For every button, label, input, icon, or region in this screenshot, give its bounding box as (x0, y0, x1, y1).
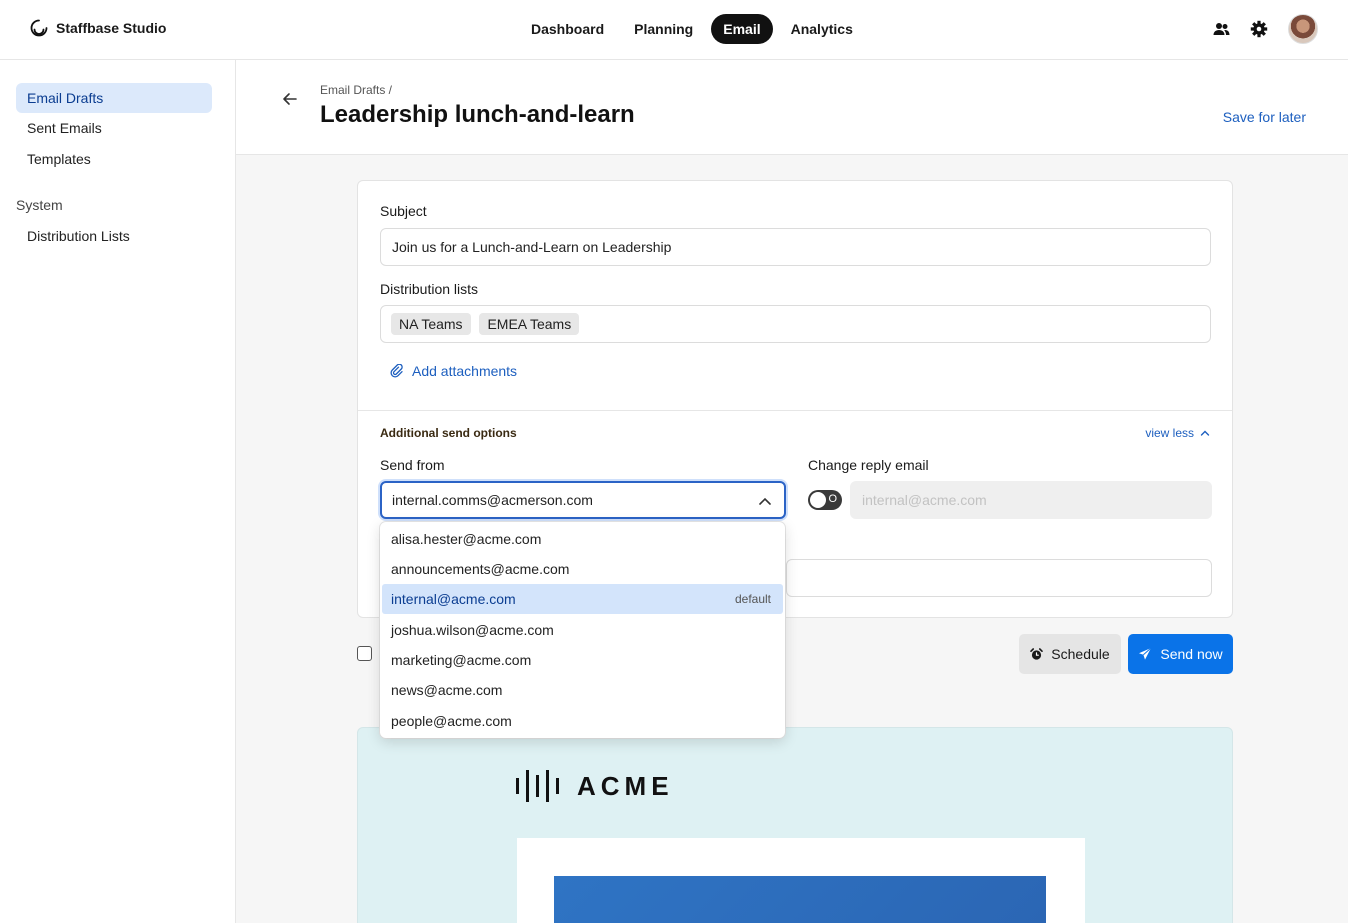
add-attachments-link[interactable]: Add attachments (390, 363, 517, 379)
page-header: Email Drafts / Leadership lunch-and-lear… (236, 60, 1348, 155)
nav-email[interactable]: Email (711, 14, 773, 44)
send-now-button[interactable]: Send now (1128, 634, 1233, 674)
paperclip-icon (390, 364, 403, 378)
sidebar-section-system: System (16, 197, 63, 213)
chevron-up-icon (1200, 430, 1210, 436)
page-title: Leadership lunch-and-learn (320, 101, 635, 128)
nav-analytics[interactable]: Analytics (779, 14, 865, 44)
users-icon[interactable] (1212, 20, 1230, 38)
subject-label: Subject (380, 203, 427, 219)
distribution-chip[interactable]: EMEA Teams (479, 313, 580, 335)
email-body-preview (517, 838, 1085, 923)
sidebar-item-templates[interactable]: Templates (16, 144, 212, 174)
option-checkbox[interactable] (357, 646, 372, 661)
dropdown-option-label: internal@acme.com (391, 591, 516, 607)
dropdown-option[interactable]: announcements@acme.com (382, 554, 783, 584)
dropdown-option[interactable]: news@acme.com (382, 675, 783, 705)
back-arrow-icon[interactable] (280, 89, 300, 109)
gear-icon[interactable] (1250, 20, 1268, 38)
sidebar-item-distribution-lists[interactable]: Distribution Lists (16, 221, 212, 251)
toggle-state-label: O (828, 493, 837, 505)
sidebar: Email Drafts Sent Emails Templates Syste… (0, 60, 236, 923)
dropdown-option-selected[interactable]: internal@acme.com default (382, 584, 783, 614)
change-reply-email-label: Change reply email (808, 457, 929, 473)
sidebar-item-sent-emails[interactable]: Sent Emails (16, 113, 212, 143)
subject-input[interactable]: Join us for a Lunch-and-Learn on Leaders… (380, 228, 1211, 266)
distribution-lists-label: Distribution lists (380, 281, 479, 297)
main-nav: Dashboard Planning Email Analytics (519, 14, 865, 44)
reply-email-toggle[interactable]: O (808, 490, 842, 510)
dropdown-option[interactable]: joshua.wilson@acme.com (382, 615, 783, 645)
view-less-toggle[interactable]: view less (1145, 426, 1210, 440)
view-less-label: view less (1145, 426, 1194, 440)
breadcrumb[interactable]: Email Drafts / (320, 83, 392, 97)
email-preview: ACME (357, 727, 1233, 923)
send-from-label: Send from (380, 457, 445, 473)
acme-wordmark: ACME (577, 770, 674, 801)
save-for-later-link[interactable]: Save for later (1223, 109, 1306, 125)
schedule-label: Schedule (1051, 646, 1110, 662)
acme-logo: ACME (516, 770, 674, 802)
app-name: Staffbase Studio (56, 20, 167, 36)
send-now-label: Send now (1160, 646, 1223, 662)
acme-logo-mark (516, 770, 559, 802)
dropdown-option[interactable]: alisa.hester@acme.com (382, 524, 783, 554)
send-from-dropdown: alisa.hester@acme.com announcements@acme… (380, 522, 785, 738)
divider (358, 410, 1232, 411)
sidebar-item-email-drafts[interactable]: Email Drafts (16, 83, 212, 113)
additional-send-options-title: Additional send options (380, 426, 517, 440)
nav-planning[interactable]: Planning (622, 14, 705, 44)
brand[interactable]: Staffbase Studio (30, 19, 166, 37)
schedule-button[interactable]: Schedule (1019, 634, 1121, 674)
dropdown-option[interactable]: people@acme.com (382, 706, 783, 736)
add-attachments-label: Add attachments (412, 363, 518, 379)
distribution-lists-field[interactable]: NA Teams EMEA Teams (380, 305, 1211, 343)
distribution-chip[interactable]: NA Teams (391, 313, 471, 335)
send-from-select[interactable]: internal.comms@acmerson.com (380, 481, 786, 519)
paper-plane-icon (1139, 647, 1152, 660)
alarm-clock-icon (1030, 647, 1044, 660)
top-bar: Staffbase Studio Dashboard Planning Emai… (0, 0, 1348, 60)
reply-email-input[interactable]: internal@acme.com (850, 481, 1212, 519)
default-badge: default (734, 592, 771, 606)
additional-option-input[interactable] (786, 559, 1212, 597)
avatar[interactable] (1288, 14, 1318, 44)
staffbase-logo-icon (30, 19, 48, 37)
send-from-value: internal.comms@acmerson.com (392, 492, 593, 508)
nav-dashboard[interactable]: Dashboard (519, 14, 616, 44)
hero-image (554, 876, 1046, 923)
dropdown-option[interactable]: marketing@acme.com (382, 645, 783, 675)
toggle-knob (810, 492, 826, 508)
chevron-up-icon (759, 497, 771, 505)
top-actions (1212, 14, 1318, 44)
